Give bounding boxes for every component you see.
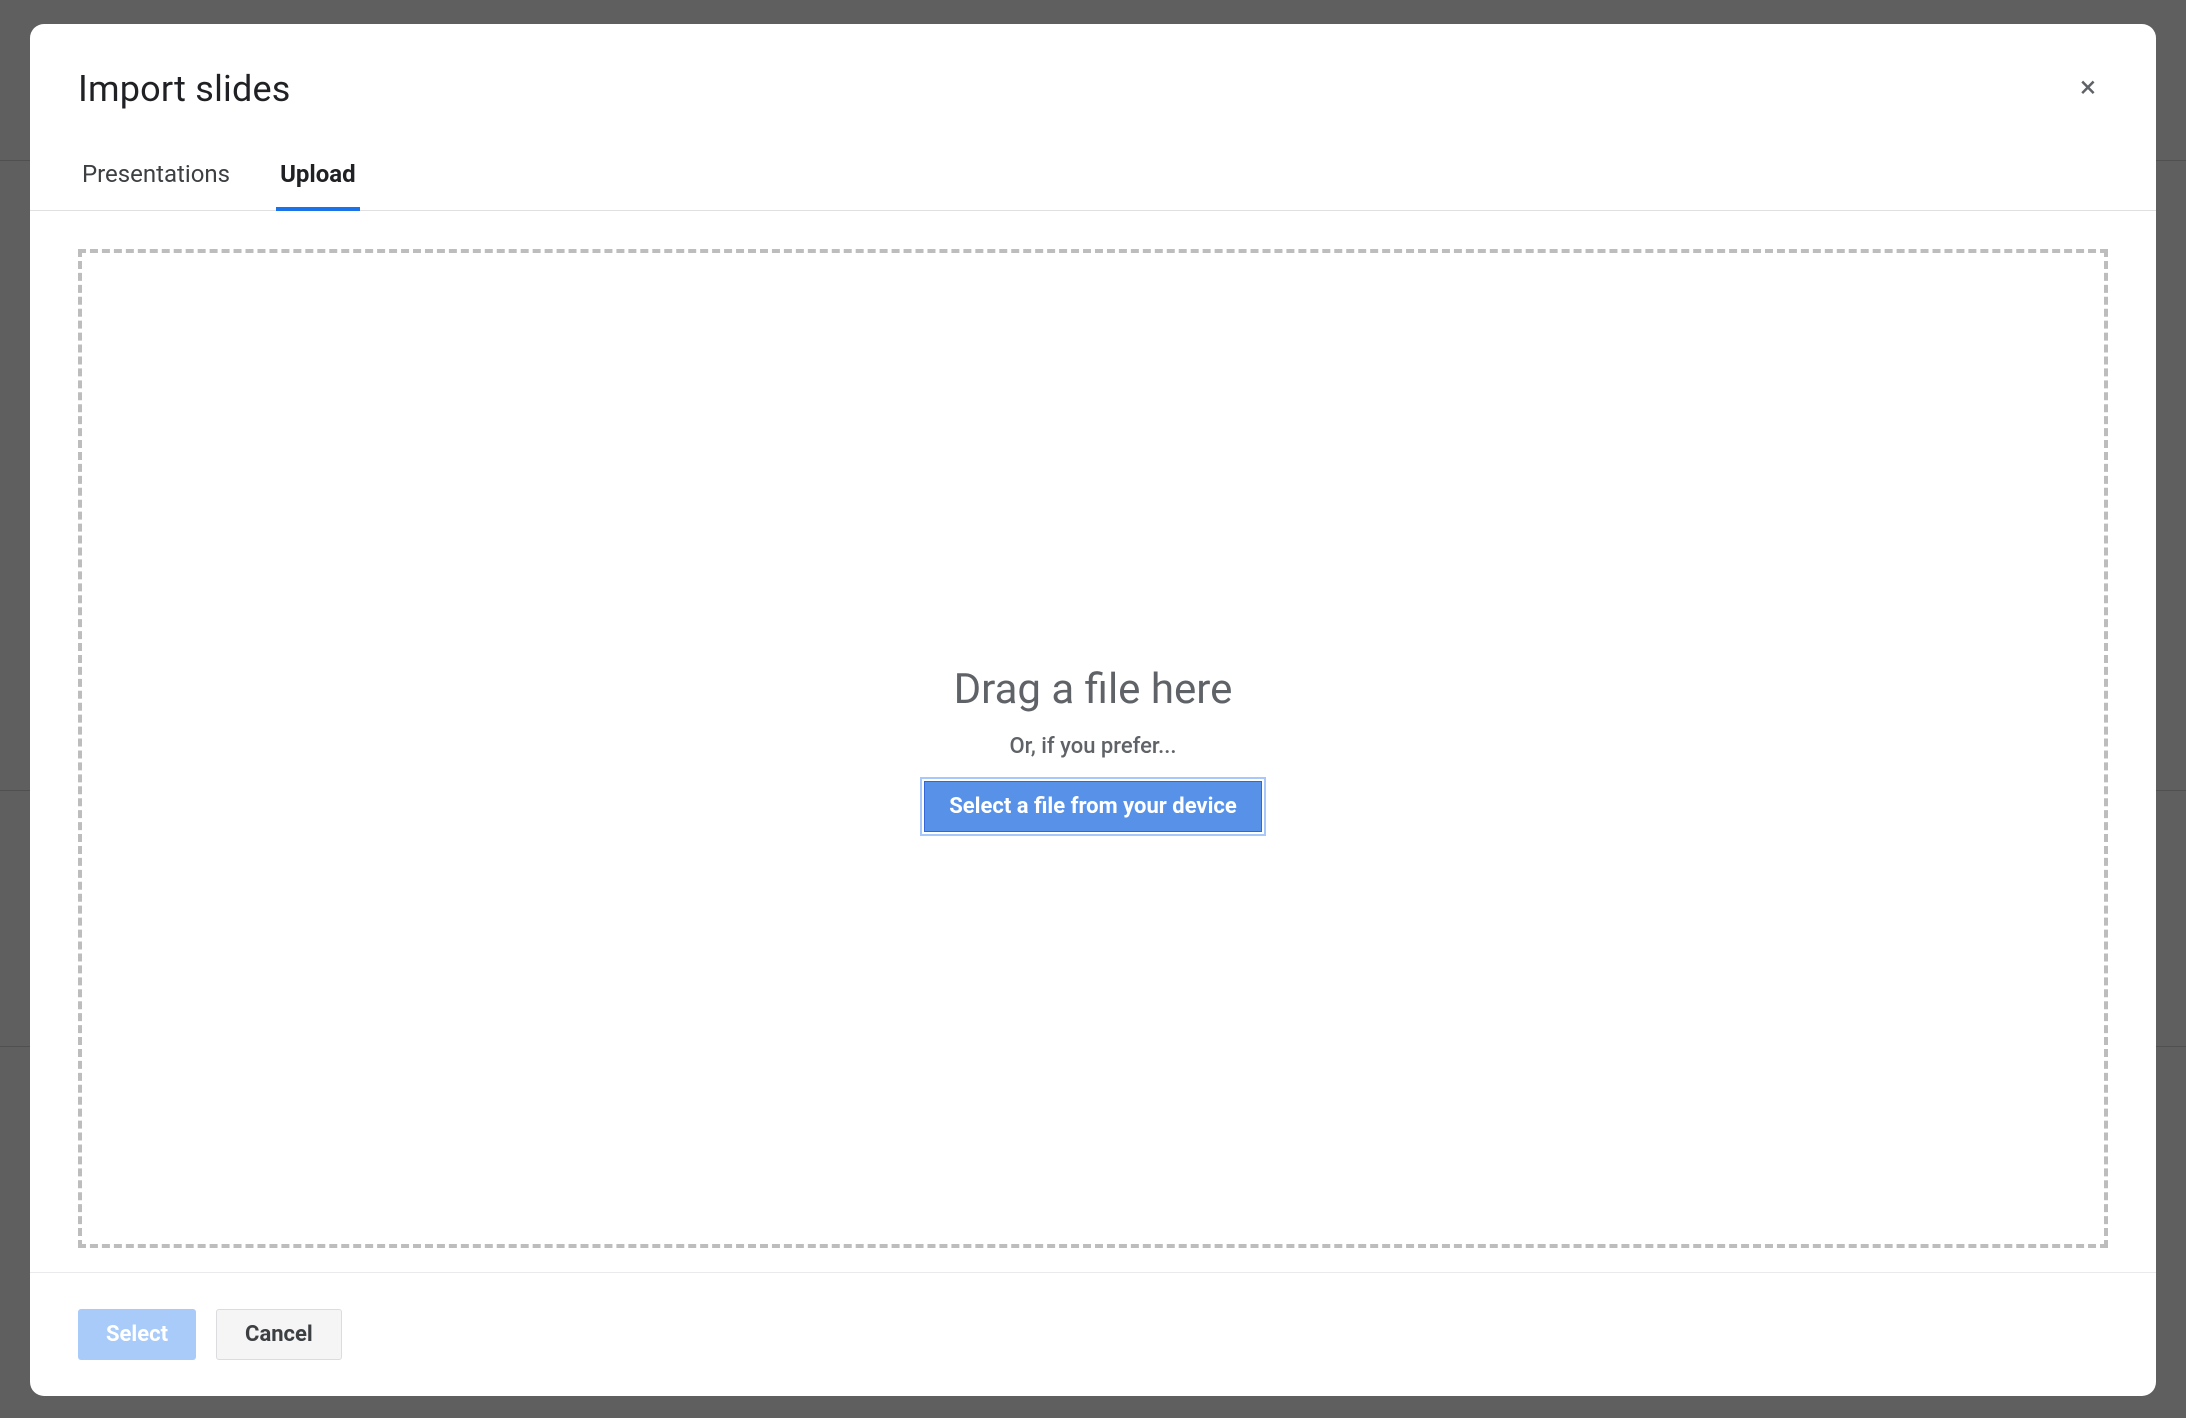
- modal-footer: Select Cancel: [30, 1272, 2156, 1396]
- close-icon: ×: [2080, 73, 2096, 103]
- dropzone-title: Drag a file here: [954, 665, 1233, 714]
- import-slides-modal: × Import slides Presentations Upload Dra…: [30, 24, 2156, 1396]
- tab-label: Upload: [280, 160, 356, 188]
- file-dropzone[interactable]: Drag a file here Or, if you prefer... Se…: [78, 249, 2108, 1248]
- select-button[interactable]: Select: [78, 1309, 196, 1360]
- dropzone-subtitle: Or, if you prefer...: [1009, 734, 1176, 759]
- modal-title: Import slides: [78, 68, 2108, 110]
- tab-upload[interactable]: Upload: [276, 146, 360, 210]
- select-file-button[interactable]: Select a file from your device: [924, 781, 1261, 832]
- tab-label: Presentations: [82, 160, 230, 188]
- tab-presentations[interactable]: Presentations: [78, 146, 234, 210]
- modal-header: Import slides: [30, 24, 2156, 110]
- modal-content: Drag a file here Or, if you prefer... Se…: [30, 211, 2156, 1272]
- cancel-button[interactable]: Cancel: [216, 1309, 342, 1360]
- close-button[interactable]: ×: [2068, 68, 2108, 108]
- tabs: Presentations Upload: [30, 146, 2156, 211]
